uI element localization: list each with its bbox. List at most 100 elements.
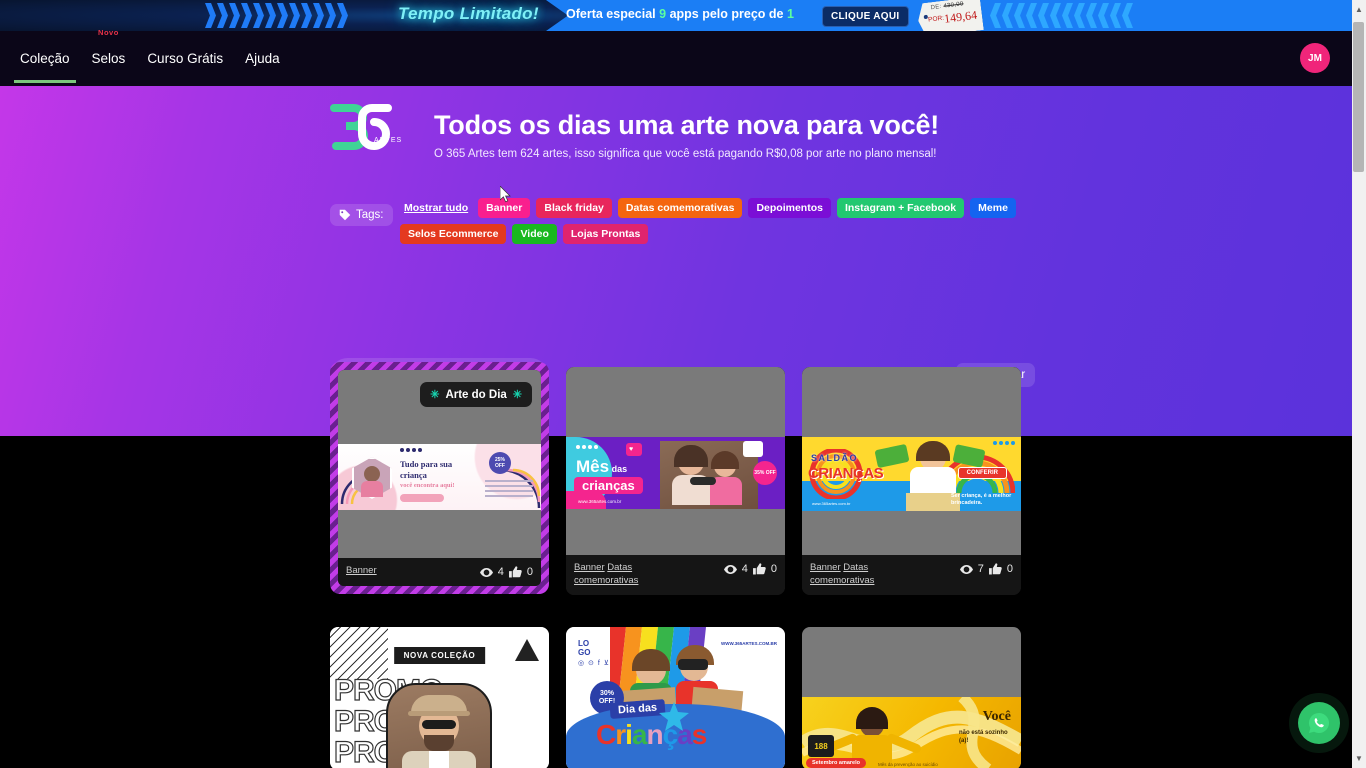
art-saldao-url: www.365artes.com.br — [812, 501, 851, 506]
whatsapp-chat-button[interactable] — [1298, 702, 1340, 744]
art-dia-url: WWW.365ARTES.COM.BR — [720, 641, 777, 646]
tag-chip[interactable]: Datas comemorativas — [617, 198, 743, 218]
price-new-value: 149,64 — [943, 7, 978, 26]
art-mes-criancas-banner: Mês das crianças www.365artes.com.br ♥ 3… — [566, 437, 785, 509]
art-setembro-amarelo-banner: 188 Setembro amarelo Mês da prevenção ao… — [802, 697, 1021, 768]
gallery-card-body[interactable]: NOVA COLEÇÃO PROMOPROMOPROMO 20%OFF — [330, 627, 549, 768]
art-kids-banner: Tudo para sua criança você encontra aqui!… — [338, 444, 541, 510]
gallery-card[interactable]: 188 Setembro amarelo Mês da prevenção ao… — [802, 627, 1021, 768]
promo-offer-mid: apps pelo preço de — [669, 7, 784, 21]
gallery-card-body[interactable]: Tudo para sua criança você encontra aqui!… — [338, 370, 541, 586]
eye-icon — [723, 564, 737, 575]
promo-offer-qty: 1 — [786, 7, 794, 21]
art-nova-discount-badge: 20% OFF — [508, 687, 525, 706]
art-kids-title: Tudo para sua criança — [400, 459, 453, 480]
art-setembro-number-badge: 188 — [808, 735, 834, 757]
tag-chip[interactable]: Lojas Prontas — [562, 224, 649, 244]
thumbs-up-icon[interactable] — [508, 566, 522, 578]
gallery-card[interactable]: LO GO ◎ ⊙ f ⊻ WWW.365ARTES.COM.BR 30% OFF!… — [566, 627, 785, 768]
nav-item-curso-gr-tis[interactable]: Curso Grátis — [145, 34, 225, 83]
gallery-card[interactable]: NOVA COLEÇÃO PROMOPROMOPROMO 20%OFF — [330, 627, 549, 768]
scrollbar-thumb[interactable] — [1353, 22, 1364, 172]
chevrons-left-decoration — [990, 3, 1133, 28]
art-mes-discount-badge: 35% OFF — [753, 461, 777, 485]
nav-item-ajuda[interactable]: Ajuda — [243, 34, 282, 83]
likes-count: 0 — [1006, 563, 1013, 575]
art-setembro-subtitle: não está sozinho (a)! — [959, 730, 1008, 744]
art-setembro-sub: Mês da prevenção ao suicídio — [878, 762, 938, 767]
svg-text:ARTES: ARTES — [374, 137, 402, 144]
nav-item-label: Selos — [91, 51, 126, 66]
gallery-card-tag-link[interactable]: Banner — [810, 562, 841, 573]
gallery-card-thumbnail[interactable]: Tudo para sua criança você encontra aqui!… — [338, 370, 541, 558]
sparkle-icon-left: ✳ — [430, 389, 440, 401]
likes-count: 0 — [526, 566, 533, 578]
tag-chip[interactable]: Instagram + Facebook — [836, 198, 965, 218]
art-kids-discount-badge: 25% OFF — [489, 452, 511, 474]
thumbs-up-icon[interactable] — [988, 563, 1002, 575]
art-saldao-banner: SALDÃO CRIANÇAS CONFERIR Ser criança, é … — [802, 437, 1021, 511]
gallery-card[interactable]: SALDÃO CRIANÇAS CONFERIR Ser criança, é … — [802, 367, 1021, 595]
nav-items: Coleção Novo Selos Curso Grátis Ajuda — [14, 28, 282, 86]
tag-chip[interactable]: Mostrar tudo — [400, 198, 472, 218]
whatsapp-icon — [1309, 712, 1330, 733]
art-saldao-cta: CONFERIR — [957, 467, 1007, 479]
gallery-card-body[interactable]: LO GO ◎ ⊙ f ⊻ WWW.365ARTES.COM.BR 30% OFF!… — [566, 627, 785, 768]
eye-icon — [959, 564, 973, 575]
promo-cta-button[interactable]: CLIQUE AQUI — [822, 6, 909, 27]
nav-item-label: Coleção — [20, 51, 70, 66]
price-new-label: POR: — [927, 14, 945, 24]
gallery-card[interactable]: Mês das crianças www.365artes.com.br ♥ 3… — [566, 367, 785, 595]
gallery-card-tag-link[interactable]: Banner — [346, 565, 377, 576]
avatar[interactable]: JM — [1300, 43, 1330, 73]
art-nova-title: NOVA COLEÇÃO — [393, 647, 486, 664]
gallery-card-thumbnail[interactable]: SALDÃO CRIANÇAS CONFERIR Ser criança, é … — [802, 367, 1021, 555]
hero-subtitle: O 365 Artes tem 624 artes, isso signific… — [434, 148, 937, 160]
tag-chip[interactable]: Video — [512, 224, 557, 244]
art-setembro-label: Setembro amarelo — [806, 758, 866, 768]
gallery-card-thumbnail[interactable]: 188 Setembro amarelo Mês da prevenção ao… — [802, 627, 1021, 768]
views-count: 4 — [497, 566, 504, 578]
tag-chip[interactable]: Depoimentos — [748, 198, 831, 218]
main-navbar: Coleção Novo Selos Curso Grátis Ajuda JM — [0, 28, 1352, 86]
nav-item-cole-o[interactable]: Coleção — [14, 34, 76, 83]
promo-bar: Tempo Limitado! Oferta especial 9 apps p… — [0, 0, 1352, 31]
gallery-card-thumbnail[interactable]: LO GO ◎ ⊙ f ⊻ WWW.365ARTES.COM.BR 30% OFF!… — [566, 627, 785, 768]
art-mes-subtitle: crianças — [574, 477, 643, 494]
art-mes-title: Mês das — [576, 457, 628, 476]
gallery-card-tag-link[interactable]: Banner — [574, 562, 605, 573]
scroll-down-arrow-icon[interactable]: ▼ — [1352, 751, 1366, 766]
tags-filter-row: Tags: Mostrar tudo Banner Black friday Data… — [330, 198, 1030, 244]
page-scrollbar[interactable]: ▲ ▼ — [1352, 0, 1366, 768]
gallery-card-thumbnail[interactable]: Mês das crianças www.365artes.com.br ♥ 3… — [566, 367, 785, 555]
nav-item-label: Curso Grátis — [147, 51, 224, 66]
arte-do-dia-label: Arte do Dia — [445, 388, 507, 401]
nav-item-label: Ajuda — [245, 51, 280, 66]
gallery-card-body[interactable]: SALDÃO CRIANÇAS CONFERIR Ser criança, é … — [802, 367, 1021, 595]
art-saldao-subtitle: CRIANÇAS — [808, 465, 884, 482]
gallery-card-tags: Banner — [346, 564, 377, 577]
page-title: Todos os dias uma arte nova para você! — [434, 110, 940, 140]
tag-chip[interactable]: Banner — [478, 198, 531, 218]
logo-365artes: ARTES — [330, 100, 402, 154]
thumbs-up-icon[interactable] — [752, 563, 766, 575]
gallery-card-tags: Banner Datas comemorativas — [574, 561, 682, 587]
gallery-card-body[interactable]: 188 Setembro amarelo Mês da prevenção ao… — [802, 627, 1021, 768]
tag-chip[interactable]: Meme — [970, 198, 1016, 218]
gallery-card-thumbnail[interactable]: NOVA COLEÇÃO PROMOPROMOPROMO 20%OFF — [330, 627, 549, 768]
nav-badge-novo: Novo — [98, 28, 119, 37]
tag-chip[interactable]: Selos Ecommerce — [400, 224, 507, 244]
art-dia-social-icons: ◎ ⊙ f ⊻ — [578, 660, 610, 667]
art-kids-subtitle: você encontra aqui! — [400, 482, 455, 489]
gallery-card[interactable]: Tudo para sua criança você encontra aqui!… — [330, 362, 549, 594]
art-mes-url: www.365artes.com.br — [578, 499, 622, 504]
promo-offer-count: 9 — [659, 7, 667, 21]
gallery-card-footer: Banner Datas comemorativas 4 0 — [566, 555, 785, 595]
nav-item-selos[interactable]: Novo Selos — [90, 28, 128, 83]
art-saldao-slogan: Ser criança, é a melhor brincadeira. — [951, 493, 1012, 506]
scroll-up-arrow-icon[interactable]: ▲ — [1352, 2, 1366, 17]
tag-chip[interactable]: Black friday — [536, 198, 612, 218]
price-tag: DE: 430,00 POR: 149,64 — [916, 0, 984, 31]
gallery-card-body[interactable]: Mês das crianças www.365artes.com.br ♥ 3… — [566, 367, 785, 595]
tag-icon — [339, 209, 351, 221]
